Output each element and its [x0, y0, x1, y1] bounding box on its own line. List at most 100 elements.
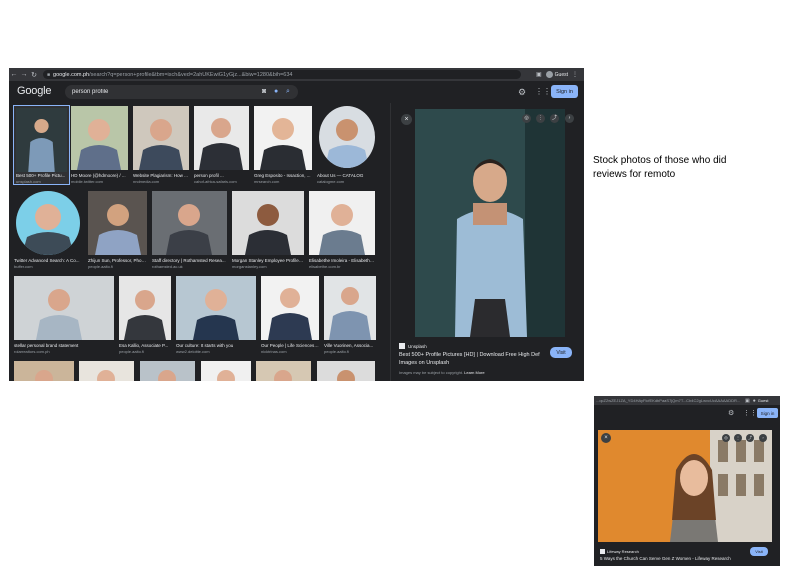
image-results-grid: Best 500+ Profile Pictu... unsplash.com …: [9, 103, 384, 381]
result-thumbnail[interactable]: [317, 361, 375, 381]
lens-icon[interactable]: ◎: [722, 434, 730, 442]
apps-grid-icon[interactable]: ⋮⋮: [535, 87, 551, 97]
tab-search-icon[interactable]: ▣: [536, 71, 542, 78]
result-title: Our culture: It starts with you: [176, 343, 234, 348]
result-title: About Us — CATALOG: [317, 173, 364, 178]
visit-button[interactable]: Visit: [750, 547, 768, 556]
preview-image[interactable]: [415, 109, 565, 337]
gear-icon[interactable]: ⚙: [518, 87, 526, 97]
preview-title[interactable]: 5 Ways the Church Can Serve Gen Z Women …: [600, 556, 731, 561]
result-thumbnail: [261, 276, 319, 340]
result-thumbnail[interactable]: [256, 361, 311, 381]
share-icon[interactable]: ⤴: [550, 114, 559, 123]
result-thumbnail: [324, 276, 376, 340]
result-thumbnail[interactable]: [201, 361, 251, 381]
sign-in-button[interactable]: Sign in: [551, 85, 578, 98]
result-source: mobile.twitter.com: [71, 179, 104, 184]
profile-label: Guest: [757, 398, 769, 403]
more-icon[interactable]: ⋮: [536, 114, 545, 123]
result-tile[interactable]: Morgan Stanley Employee Profiles ... mor…: [232, 191, 304, 269]
result-tile[interactable]: HD Moore (@hdmoore) / ... mobile.twitter…: [71, 106, 128, 184]
camera-icon[interactable]: ◙: [262, 87, 266, 97]
apps-grid-icon[interactable]: ⋮⋮: [743, 409, 757, 417]
close-icon[interactable]: ×: [401, 114, 412, 125]
result-title: Staff directory | Rothamsted Resea...: [152, 258, 226, 263]
result-thumbnail[interactable]: [140, 361, 195, 381]
profile-button[interactable]: Guest: [545, 71, 568, 78]
share-icon[interactable]: ⤴: [746, 434, 754, 442]
result-title: stellar personal brand statement: [14, 343, 79, 348]
reload-icon[interactable]: ↻: [29, 71, 39, 79]
result-tile[interactable]: Ville Vuorinen, Associa... people.aalto.…: [324, 276, 376, 354]
result-title: Best 500+ Profile Pictu...: [16, 173, 66, 178]
search-icon[interactable]: ⌕: [286, 87, 290, 97]
result-tile[interactable]: Best 500+ Profile Pictu... unsplash.com: [13, 105, 70, 185]
result-tile[interactable]: Website Plagiarism: How ... nndmedia.com: [133, 106, 189, 184]
result-thumbnail: [71, 106, 128, 170]
lock-icon: ■: [47, 71, 51, 78]
result-source: people.aalto.fi: [88, 264, 113, 269]
preview-image[interactable]: [598, 430, 772, 542]
result-thumbnail[interactable]: [14, 361, 74, 381]
profile-label: Guest: [554, 71, 568, 78]
result-title: Our People | Life Sciences ...: [261, 343, 319, 348]
result-title: HD Moore (@hdmoore) / ...: [71, 173, 126, 178]
preview-source[interactable]: Lifeway Research: [600, 549, 639, 554]
result-tile[interactable]: Our People | Life Sciences ... nicktrina…: [261, 276, 319, 354]
image-preview-panel: × ◎ ⋮ ⤴ › Unsplash Best 500+ Profile Pic…: [390, 103, 578, 381]
result-source: cahof-africa-safaris.com: [194, 179, 237, 184]
preview-source-name: Lifeway Research: [607, 549, 639, 554]
result-tile[interactable]: Zhijun Sun, Professor, Photo... people.a…: [88, 191, 147, 269]
search-input[interactable]: [72, 86, 222, 98]
learn-more-link[interactable]: Learn More: [464, 370, 484, 375]
result-tile[interactable]: Twitter Advanced Search: A Co... buffer.…: [14, 191, 82, 269]
arrow-left-icon[interactable]: ←: [9, 71, 19, 78]
result-title: Website Plagiarism: How ...: [133, 173, 188, 178]
result-tile[interactable]: Elisabethe Imoleira - Elisabethe... elis…: [309, 191, 375, 269]
address-bar[interactable]: ■ google.com.ph /search?q=person+profile…: [43, 70, 521, 79]
menu-icon[interactable]: ⋮: [572, 71, 578, 78]
result-title: Greg Esposito - Issaction, ...: [254, 173, 311, 178]
result-title: Ville Vuorinen, Associa...: [324, 343, 374, 348]
gear-icon[interactable]: ⚙: [728, 409, 734, 417]
arrow-right-icon[interactable]: →: [19, 71, 29, 78]
result-thumbnail: [232, 191, 304, 255]
result-title: person profil ...: [194, 173, 224, 178]
chevron-right-icon[interactable]: ›: [565, 114, 574, 123]
result-title: Elisabethe Imoleira - Elisabethe...: [309, 258, 375, 263]
url-host: google.com.ph: [53, 71, 90, 78]
preview-title[interactable]: Best 500+ Profile Pictures [HD] | Downlo…: [399, 351, 551, 367]
result-tile[interactable]: stellar personal brand statement rolarre…: [14, 276, 114, 354]
tab-search-icon[interactable]: ▣: [745, 398, 750, 404]
result-tile[interactable]: Our culture: It starts with you www2.del…: [176, 276, 256, 354]
result-tile[interactable]: person profil ... cahof-africa-safaris.c…: [194, 106, 249, 184]
browser-window: ← → ↻ ■ google.com.ph /search?q=person+p…: [9, 68, 584, 381]
close-icon[interactable]: ×: [601, 433, 611, 443]
result-source: catalogme.com: [317, 179, 345, 184]
avatar[interactable]: ●: [753, 398, 756, 404]
result-tile[interactable]: Esa Kallio, Associate P... people.aalto.…: [119, 276, 171, 354]
more-icon[interactable]: ⋮: [734, 434, 742, 442]
url-path: /search?q=person+profile&tbm=isch&ved=2a…: [89, 71, 293, 78]
preview-source[interactable]: Unsplash: [399, 343, 427, 349]
browser-toolbar: ← → ↻ ■ google.com.ph /search?q=person+p…: [9, 68, 584, 81]
sign-in-button[interactable]: Sign in: [757, 408, 778, 418]
lens-icon[interactable]: ◎: [522, 114, 531, 123]
result-source: rothamsted.ac.uk: [152, 264, 183, 269]
result-source: buffer.com: [14, 264, 33, 269]
result-thumbnail: [14, 276, 114, 340]
result-tile[interactable]: Greg Esposito - Issaction, ... mrsearch.…: [254, 106, 312, 184]
result-thumbnail: [309, 191, 375, 255]
result-title: Esa Kallio, Associate P...: [119, 343, 169, 348]
result-thumbnail[interactable]: [79, 361, 134, 381]
url-fragment[interactable]: ...qcZ2wZEJ1ZA_YD4HAyFlcfEKdbPaaS7jQm7T.…: [594, 398, 742, 403]
result-thumbnail: [194, 106, 249, 170]
mic-icon[interactable]: ●: [274, 87, 278, 97]
result-tile[interactable]: About Us — CATALOG catalogme.com: [317, 106, 375, 184]
visit-button[interactable]: Visit: [550, 347, 572, 358]
annotation-text: Stock photos of those who did reviews fo…: [593, 155, 727, 180]
chevron-right-icon[interactable]: ›: [759, 434, 767, 442]
google-logo[interactable]: Google: [17, 85, 51, 97]
result-tile[interactable]: Staff directory | Rothamsted Resea... ro…: [152, 191, 227, 269]
result-source: elisabethe.com.br: [309, 264, 341, 269]
